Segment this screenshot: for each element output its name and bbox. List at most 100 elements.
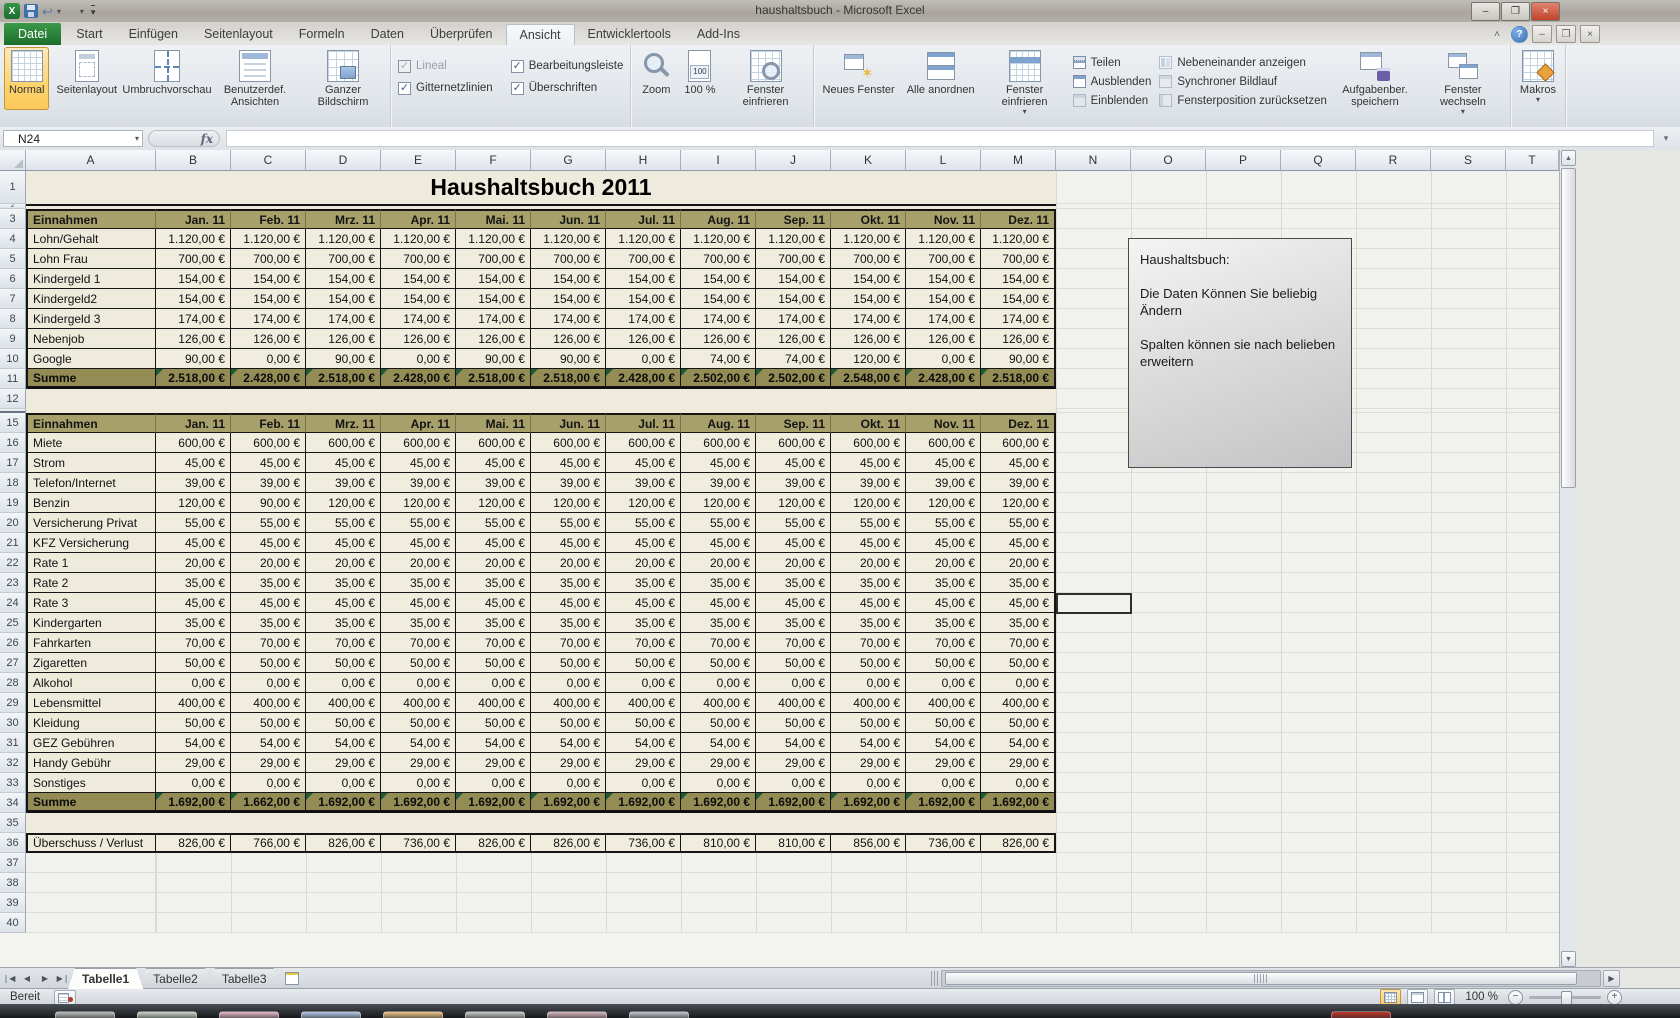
summe-value-cell[interactable]: 2.428,00 € [231, 369, 306, 389]
value-cell[interactable]: 174,00 € [156, 309, 231, 329]
value-cell[interactable]: 50,00 € [531, 653, 606, 673]
previous-sheet-icon[interactable]: ◀ [18, 968, 36, 989]
value-cell[interactable]: 174,00 € [906, 309, 981, 329]
value-cell[interactable]: 45,00 € [756, 533, 831, 553]
month-header[interactable]: Feb. 11 [231, 413, 306, 433]
value-cell[interactable]: 39,00 € [306, 473, 381, 493]
summe-value-cell[interactable]: 2.428,00 € [906, 369, 981, 389]
value-cell[interactable]: 35,00 € [381, 573, 456, 593]
workbook-minimize-button[interactable]: – [1532, 25, 1552, 43]
value-cell[interactable]: 0,00 € [981, 673, 1056, 693]
value-cell[interactable]: 120,00 € [531, 493, 606, 513]
empty-cells[interactable] [1056, 493, 1559, 513]
value-cell[interactable]: 39,00 € [681, 473, 756, 493]
value-cell[interactable]: 154,00 € [906, 289, 981, 309]
name-box-dropdown-icon[interactable]: ▾ [135, 134, 139, 143]
row-header[interactable]: 22 [0, 553, 26, 573]
value-cell[interactable]: 35,00 € [756, 613, 831, 633]
value-cell[interactable]: 1.120,00 € [606, 229, 681, 249]
value-cell[interactable]: 70,00 € [381, 633, 456, 653]
empty-cells[interactable] [156, 873, 1559, 893]
row-header[interactable]: 37 [0, 853, 26, 873]
value-cell[interactable]: 45,00 € [381, 533, 456, 553]
value-cell[interactable]: 54,00 € [381, 733, 456, 753]
ribbon-button-neues-fenster[interactable]: Neues Fenster [818, 47, 900, 110]
empty-cells[interactable] [1056, 473, 1559, 493]
value-cell[interactable]: 400,00 € [906, 693, 981, 713]
value-cell[interactable]: 54,00 € [531, 733, 606, 753]
value-cell[interactable]: 600,00 € [981, 433, 1056, 453]
value-cell[interactable]: 45,00 € [231, 453, 306, 473]
value-cell[interactable]: 45,00 € [981, 533, 1056, 553]
value-cell[interactable]: 50,00 € [456, 713, 531, 733]
value-cell[interactable]: 700,00 € [831, 249, 906, 269]
workbook-restore-button[interactable]: ❐ [1556, 25, 1576, 43]
value-cell[interactable]: 35,00 € [756, 573, 831, 593]
value-cell[interactable]: 154,00 € [756, 289, 831, 309]
ribbon-button-fenster-wechseln[interactable]: Fenster wechseln▾ [1420, 47, 1506, 110]
value-cell[interactable]: 35,00 € [531, 613, 606, 633]
ribbon-button-aufgabenber-speichern[interactable]: Aufgabenber. speichern [1332, 47, 1418, 110]
row-header[interactable]: 27 [0, 653, 26, 673]
row-header[interactable]: 34 [0, 793, 26, 813]
value-cell[interactable]: 126,00 € [531, 329, 606, 349]
row-label[interactable]: Kleidung [26, 713, 156, 733]
result-value-cell[interactable]: 766,00 € [231, 833, 306, 853]
month-header[interactable]: Apr. 11 [381, 209, 456, 229]
value-cell[interactable]: 0,00 € [231, 773, 306, 793]
month-header[interactable]: Dez. 11 [981, 209, 1056, 229]
row-header[interactable]: 1 [0, 171, 26, 204]
value-cell[interactable]: 20,00 € [531, 553, 606, 573]
row-header[interactable]: 26 [0, 633, 26, 653]
value-cell[interactable]: 29,00 € [156, 753, 231, 773]
value-cell[interactable]: 70,00 € [231, 633, 306, 653]
value-cell[interactable]: 70,00 € [606, 633, 681, 653]
month-header[interactable]: Apr. 11 [381, 413, 456, 433]
value-cell[interactable]: 126,00 € [756, 329, 831, 349]
value-cell[interactable]: 50,00 € [831, 653, 906, 673]
value-cell[interactable]: 55,00 € [756, 513, 831, 533]
empty-cell[interactable] [26, 893, 156, 913]
value-cell[interactable]: 45,00 € [456, 453, 531, 473]
month-header[interactable]: Jan. 11 [156, 413, 231, 433]
value-cell[interactable]: 45,00 € [906, 593, 981, 613]
ribbon-button-fenster-einfrieren[interactable]: Fenster einfrieren▾ [982, 47, 1068, 110]
empty-cells[interactable] [1056, 733, 1559, 753]
value-cell[interactable]: 20,00 € [756, 553, 831, 573]
value-cell[interactable]: 174,00 € [756, 309, 831, 329]
row-header[interactable]: 3 [0, 209, 26, 229]
row-label[interactable]: Miete [26, 433, 156, 453]
summe-value-cell[interactable]: 2.518,00 € [306, 369, 381, 389]
ribbon-button-benutzerdef-ansichten[interactable]: Benutzerdef. Ansichten [212, 47, 298, 110]
value-cell[interactable]: 50,00 € [381, 713, 456, 733]
value-cell[interactable]: 45,00 € [531, 593, 606, 613]
summe-value-cell[interactable]: 2.428,00 € [381, 369, 456, 389]
value-cell[interactable]: 120,00 € [456, 493, 531, 513]
row-header[interactable]: 38 [0, 873, 26, 893]
row-label[interactable]: Fahrkarten [26, 633, 156, 653]
value-cell[interactable]: 35,00 € [906, 613, 981, 633]
value-cell[interactable]: 90,00 € [531, 349, 606, 369]
table-header-label[interactable]: Einnahmen [26, 413, 156, 433]
value-cell[interactable]: 29,00 € [306, 753, 381, 773]
first-sheet-icon[interactable]: ❘◀ [0, 968, 18, 989]
row-header[interactable]: 30 [0, 713, 26, 733]
value-cell[interactable]: 50,00 € [681, 713, 756, 733]
value-cell[interactable]: 126,00 € [981, 329, 1056, 349]
empty-cell[interactable] [26, 853, 156, 873]
value-cell[interactable]: 35,00 € [606, 613, 681, 633]
value-cell[interactable]: 700,00 € [456, 249, 531, 269]
value-cell[interactable]: 35,00 € [606, 573, 681, 593]
value-cell[interactable]: 35,00 € [231, 613, 306, 633]
row-header[interactable]: 12 [0, 389, 26, 409]
summe-label[interactable]: Summe [26, 793, 156, 813]
value-cell[interactable]: 45,00 € [156, 593, 231, 613]
value-cell[interactable]: 35,00 € [456, 613, 531, 633]
value-cell[interactable]: 120,00 € [906, 493, 981, 513]
value-cell[interactable]: 45,00 € [681, 593, 756, 613]
formula-input[interactable] [226, 130, 1654, 147]
value-cell[interactable]: 70,00 € [681, 633, 756, 653]
value-cell[interactable]: 45,00 € [531, 533, 606, 553]
insert-worksheet-button[interactable] [277, 968, 307, 989]
result-value-cell[interactable]: 810,00 € [756, 833, 831, 853]
